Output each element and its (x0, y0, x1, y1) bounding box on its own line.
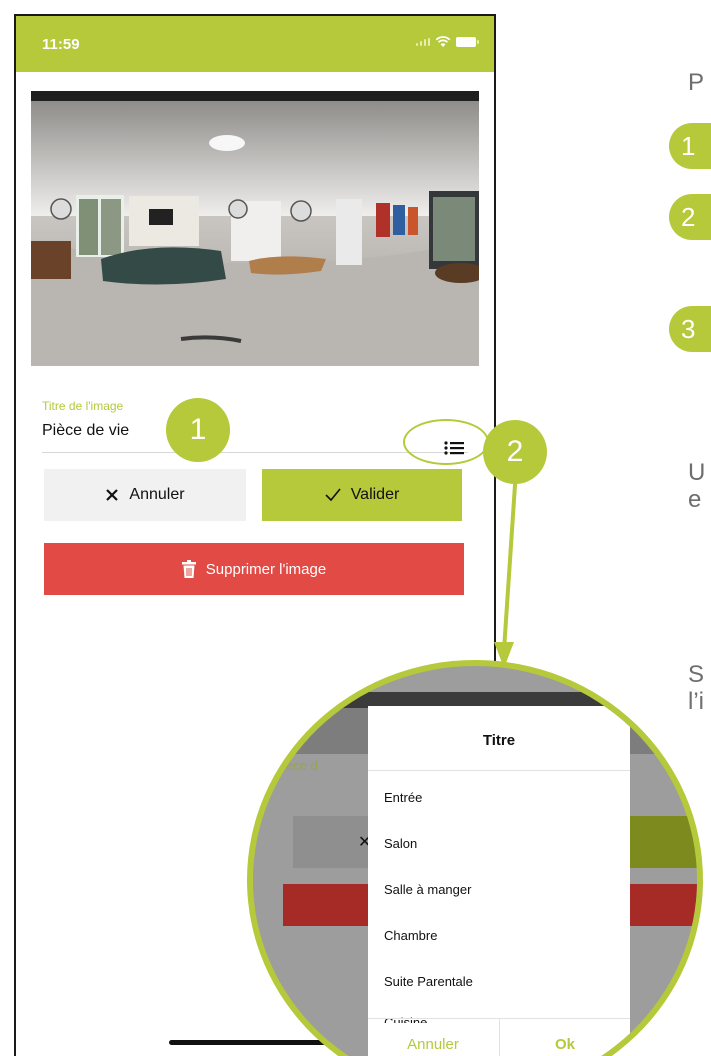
side-step-3: 3 (669, 306, 711, 352)
callout-ring (403, 419, 489, 465)
side-step-2: 2 (669, 194, 711, 240)
dialog-title-divider (368, 770, 630, 771)
callout-arrow (494, 470, 518, 668)
dialog-option[interactable]: Suite Parentale (384, 974, 473, 989)
dialog-ok-button[interactable]: Ok (500, 1036, 630, 1053)
validate-button-label: Valider (350, 486, 400, 503)
panorama-image[interactable] (31, 91, 479, 366)
callout-badge-1: 1 (166, 398, 230, 462)
battery-icon (456, 37, 479, 47)
cancel-button[interactable]: Annuler (44, 469, 246, 521)
side-text-e: e (688, 486, 702, 513)
side-step-1: 1 (669, 123, 711, 169)
cancel-button-label: Annuler (129, 486, 185, 503)
magnified-label-fragment: ièce d (283, 758, 318, 773)
dialog-option[interactable]: Chambre (384, 928, 437, 943)
title-field-label: Titre de l'image (42, 399, 124, 413)
status-icons (416, 36, 479, 48)
trash-icon (181, 560, 196, 578)
dialog-title: Titre (482, 732, 516, 749)
delete-image-label: Supprimer l'image (205, 560, 327, 578)
close-icon (106, 489, 119, 501)
magnifier: ièce d de ✕ Titre Entrée Salon Salle à m… (247, 660, 711, 1056)
dialog-option[interactable]: Salon (384, 836, 417, 851)
validate-button[interactable]: Valider (262, 469, 462, 521)
magnified-label-fragment-2: de (278, 732, 292, 746)
status-time: 11:59 (42, 36, 80, 53)
title-picker-dialog: Titre Entrée Salon Salle à manger Chambr… (368, 706, 630, 1056)
title-input-underline (42, 452, 468, 453)
dialog-option[interactable]: Cuisine (384, 1015, 427, 1023)
check-icon (325, 488, 341, 502)
magnifier-circle: ièce d de ✕ Titre Entrée Salon Salle à m… (247, 660, 703, 1056)
dialog-cancel-button[interactable]: Annuler (368, 1036, 498, 1053)
delete-image-button[interactable]: Supprimer l'image (44, 543, 464, 595)
magnified-list-icon (689, 765, 697, 777)
side-text-u: U (688, 459, 706, 486)
side-text-p: P (688, 69, 705, 96)
dialog-option[interactable]: Salle à manger (384, 882, 471, 897)
status-bar: 11:59 (16, 16, 494, 72)
wifi-icon (435, 36, 451, 47)
title-input[interactable]: Pièce de vie (42, 422, 129, 440)
dialog-option[interactable]: Entrée (384, 790, 422, 805)
signal-icon (416, 38, 430, 46)
